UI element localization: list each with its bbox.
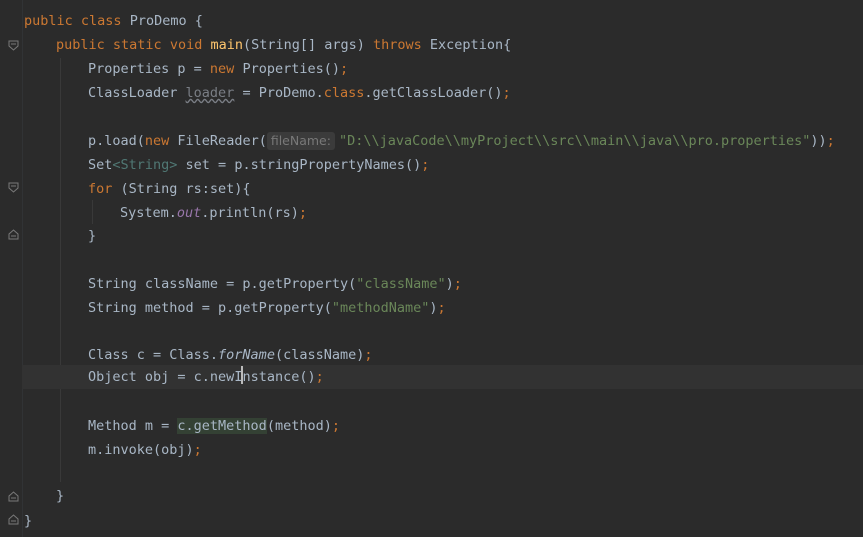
code-line-16[interactable]: } [56,484,64,508]
code-text: Properties() [242,61,340,77]
highlighted-expression: c.getMethod [177,418,267,434]
code-line-3[interactable]: Properties p = new Properties(); [88,57,348,81]
fold-close-icon[interactable] [8,491,19,502]
code-text: p.load( [88,133,145,149]
keyword: new [209,61,243,77]
semicolon: ; [453,276,462,292]
code-text: )) [810,133,827,149]
code-text: ) [445,276,454,292]
indent-guide [92,200,93,224]
semicolon: ; [339,61,349,77]
code-line-15[interactable]: m.invoke(obj); [88,438,202,462]
semicolon: ; [331,418,340,434]
fold-close-icon[interactable] [8,514,19,525]
type-parameter: <String> [112,157,178,173]
code-text: ) [429,300,438,316]
code-text: .println(rs) [201,205,299,221]
code-line-12[interactable]: Class c = Class.forName(className); [88,343,373,367]
code-text: Properties p = [88,61,210,77]
code-text: Class c = Class. [88,347,219,363]
code-text: .getClassLoader() [364,85,503,101]
code-text: nstance() [242,369,316,385]
fold-open-icon[interactable] [8,40,19,51]
code-text: Object obj = c.newI [88,369,243,385]
indent-guide [60,58,61,482]
code-text: System. [120,205,177,221]
editor-gutter [0,0,23,537]
code-line-2[interactable]: public static void main(String[] args) t… [56,33,511,57]
code-editor[interactable]: public class ProDemo { public static voi… [0,0,863,537]
keyword: class [80,13,130,29]
static-method: forName [218,347,275,363]
static-field: out [176,205,202,221]
code-line-4[interactable]: ClassLoader loader = ProDemo.class.getCl… [88,81,511,105]
string-literal: "D:\\javaCode\\myProject\\src\\main\\jav… [338,133,811,149]
semicolon: ; [364,347,373,363]
semicolon: ; [502,85,511,101]
semicolon: ; [437,300,446,316]
keyword: throws [373,37,430,53]
code-text: (className) [274,347,365,363]
unused-variable: loader [185,85,235,101]
string-literal: "methodName" [331,300,430,316]
code-line-13-current[interactable]: Object obj = c.newInstance(); [22,365,863,389]
code-line-1[interactable]: public class ProDemo { [24,9,203,33]
code-text: Method m = [88,418,178,434]
class-name: ProDemo { [129,13,203,29]
string-literal: "className" [356,276,446,292]
code-line-17[interactable]: } [24,509,32,533]
code-text: = ProDemo. [234,85,324,101]
semicolon: ; [298,205,307,221]
code-text: m.invoke(obj) [88,442,194,458]
code-line-9[interactable]: } [88,224,96,248]
code-text: ClassLoader [88,85,186,101]
code-text: Exception{ [429,37,512,53]
code-line-11[interactable]: String method = p.getProperty("methodNam… [88,296,446,320]
code-text: Set [88,157,113,173]
keyword: public [24,13,81,29]
keyword: static [112,37,170,53]
code-line-7[interactable]: for (String rs:set){ [88,177,251,201]
semicolon: ; [193,442,202,458]
code-text: (method) [266,418,332,434]
parameter-hint: fileName: [266,132,335,150]
code-text: set = p.stringPropertyNames() [177,157,422,173]
keyword: void [169,37,211,53]
keyword: public [56,37,113,53]
code-text: } [56,488,65,504]
keyword: new [144,133,178,149]
fold-close-icon[interactable] [8,229,19,240]
code-text: String method = p.getProperty( [88,300,332,316]
code-line-5[interactable]: p.load(new FileReader(fileName: "D:\\java… [88,129,835,153]
code-line-10[interactable]: String className = p.getProperty("classN… [88,272,462,296]
code-line-6[interactable]: Set<String> set = p.stringPropertyNames(… [88,153,429,177]
keyword: class [323,85,365,101]
code-text: (String rs:set){ [120,181,251,197]
params: (String[] args) [242,37,374,53]
code-text: } [24,513,33,529]
fold-open-icon[interactable] [8,182,19,193]
method-name: main [210,37,243,53]
keyword: for [88,181,121,197]
code-line-8[interactable]: System.out.println(rs); [120,201,307,225]
semicolon: ; [315,369,324,385]
code-text: String className = p.getProperty( [88,276,357,292]
code-line-14[interactable]: Method m = c.getMethod(method); [88,414,340,438]
semicolon: ; [421,157,430,173]
code-text: } [88,228,97,244]
semicolon: ; [826,133,835,149]
code-text: FileReader( [177,133,267,149]
